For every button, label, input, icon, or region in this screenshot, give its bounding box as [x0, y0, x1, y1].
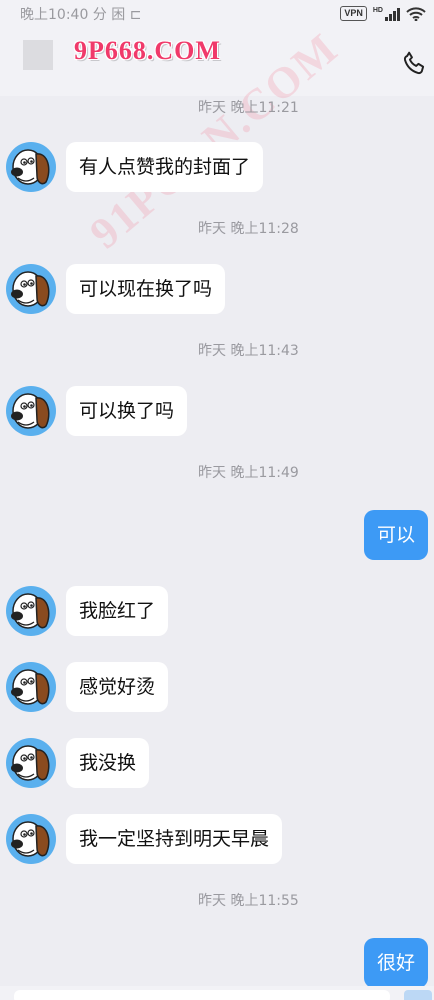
message-bubble-incoming[interactable]: 我没换 — [66, 738, 150, 788]
message-bubble-incoming[interactable]: 我脸红了 — [66, 586, 169, 636]
dog-avatar-icon[interactable] — [6, 738, 56, 788]
message-bubble-incoming[interactable]: 感觉好烫 — [66, 662, 169, 712]
status-icons: VPN HD — [340, 6, 426, 21]
dog-avatar-icon[interactable] — [6, 662, 56, 712]
dog-avatar-icon[interactable] — [6, 814, 56, 864]
dog-avatar-icon[interactable] — [6, 142, 56, 192]
message-bubble-outgoing[interactable]: 可以 — [363, 510, 428, 560]
site-watermark-title: 9P668.COM — [74, 36, 221, 65]
network-type-label: HD — [372, 6, 383, 14]
dog-avatar-icon[interactable] — [6, 264, 56, 314]
chat-header: 9P668.COM — [0, 28, 434, 96]
status-bar: 晚上10:40 分 困 ⊏ VPN HD — [0, 0, 434, 28]
send-button[interactable] — [404, 990, 432, 1000]
vpn-badge: VPN — [340, 6, 367, 21]
message-bubble-incoming[interactable]: 我一定坚持到明天早晨 — [66, 814, 283, 864]
dog-avatar-icon[interactable] — [6, 586, 56, 636]
message-bubble-incoming[interactable]: 有人点赞我的封面了 — [66, 142, 264, 192]
dog-avatar-icon[interactable] — [6, 386, 56, 436]
contact-avatar[interactable] — [23, 40, 53, 70]
message-bubble-incoming[interactable]: 可以现在换了吗 — [66, 264, 226, 314]
status-time: 晚上10:40 分 困 ⊏ — [20, 7, 142, 23]
message-input[interactable] — [14, 990, 390, 1000]
message-bubble-outgoing[interactable]: 很好 — [363, 938, 428, 988]
wifi-icon — [406, 6, 426, 21]
phone-icon[interactable] — [402, 50, 428, 76]
signal-icon: HD — [373, 7, 400, 21]
message-bubble-incoming[interactable]: 可以换了吗 — [66, 386, 188, 436]
